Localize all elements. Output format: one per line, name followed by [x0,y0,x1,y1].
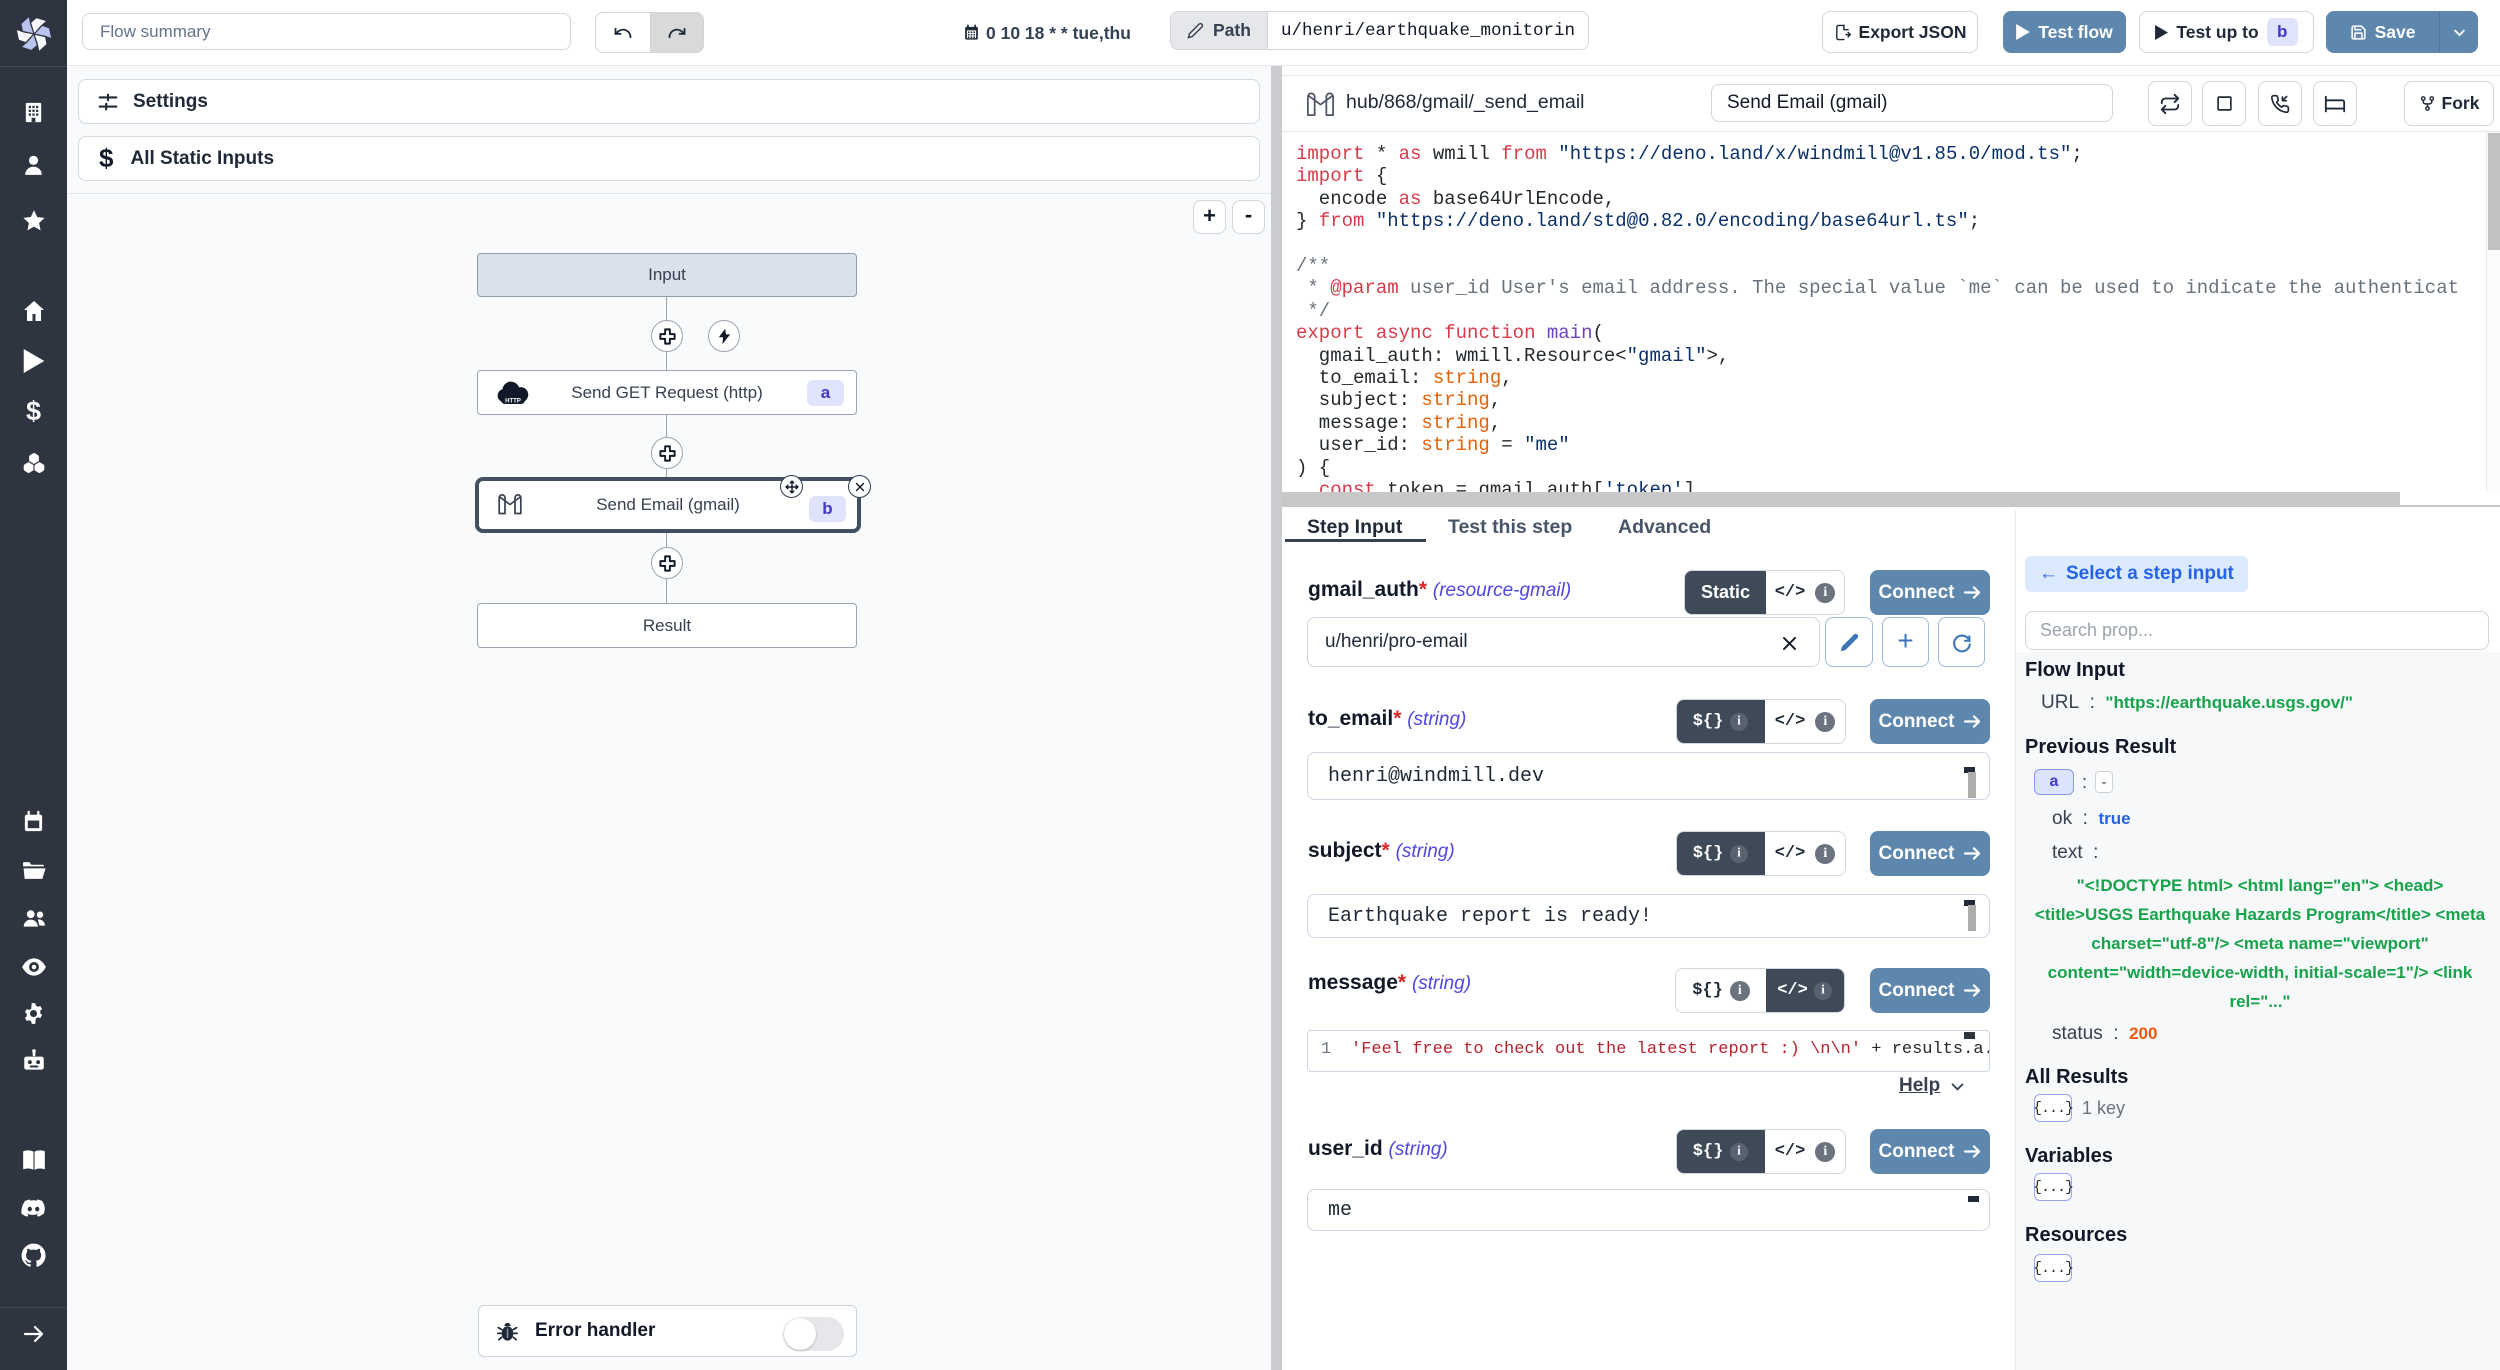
svg-text:HTTP: HTTP [505,399,521,405]
